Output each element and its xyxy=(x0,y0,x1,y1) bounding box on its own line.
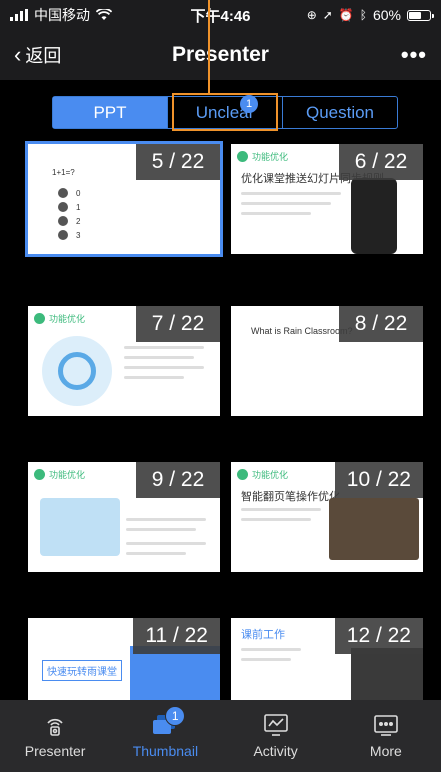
slide-number: 5 / 22 xyxy=(136,144,220,180)
tab-thumbnail-label: Thumbnail xyxy=(132,743,199,759)
slide-thumbnail-5[interactable]: 1+1=? 0 1 2 3 5 / 22 xyxy=(25,141,223,257)
status-bar: 中国移动 下午4:46 ⊕ ➚ ⏰ ᛒ 60% xyxy=(0,0,441,30)
alarm-icon: ⏰ xyxy=(338,8,354,22)
slide-number: 7 / 22 xyxy=(136,306,220,342)
text-line xyxy=(241,508,321,511)
page-title: Presenter xyxy=(172,43,269,66)
more-icon xyxy=(372,713,400,737)
text-line xyxy=(124,376,184,379)
quiz-question: 1+1=? xyxy=(52,168,75,177)
text-line xyxy=(124,346,204,349)
signal-icon xyxy=(10,9,28,21)
tab-presenter-label: Presenter xyxy=(24,743,86,759)
text-line xyxy=(241,648,301,651)
slide-tag: 功能优化 xyxy=(34,312,85,325)
tab-unclear[interactable]: Unclear 1 xyxy=(168,95,283,128)
blue-panel xyxy=(130,646,220,700)
quiz-option: 0 xyxy=(58,188,80,198)
presenter-icon xyxy=(41,713,69,737)
text-line xyxy=(124,356,194,359)
slide-tag: 功能优化 xyxy=(34,468,85,481)
slide-number: 9 / 22 xyxy=(136,462,220,498)
unclear-badge: 1 xyxy=(240,95,258,113)
text-line xyxy=(241,212,311,215)
slide-thumbnail-8[interactable]: What is Rain Classroom? 8 / 22 xyxy=(231,306,423,416)
quiz-option: 1 xyxy=(58,202,80,212)
text-line xyxy=(126,552,186,555)
slide-number: 6 / 22 xyxy=(339,144,423,180)
slide-heading: What is Rain Classroom? xyxy=(251,326,353,336)
screenshot-image xyxy=(351,648,423,700)
chevron-left-icon: ‹ xyxy=(14,42,22,67)
slide-heading: 快速玩转雨课堂 xyxy=(42,660,122,681)
slide-thumbnail-6[interactable]: 功能优化 优化课堂推送幻灯片同步规则 6 / 22 xyxy=(231,144,423,254)
quiz-option: 3 xyxy=(58,230,80,240)
text-line xyxy=(241,192,341,195)
sync-illustration xyxy=(42,336,112,406)
slide-thumbnail-12[interactable]: 课前工作 12 / 22 xyxy=(231,618,423,700)
more-menu-button[interactable]: ••• xyxy=(317,42,427,68)
thumbnail-badge: 1 xyxy=(165,706,186,726)
text-line xyxy=(241,202,331,205)
back-button[interactable]: ‹ 返回 xyxy=(14,42,124,68)
activity-icon xyxy=(262,713,290,737)
screen-illustration xyxy=(40,498,120,556)
bottom-tab-bar: Presenter 1 Thumbnail Activity More xyxy=(0,700,441,772)
slide-thumbnail-7[interactable]: 功能优化 7 / 22 xyxy=(28,306,220,416)
slide-tag: 功能优化 xyxy=(237,468,288,481)
status-left: 中国移动 xyxy=(10,5,160,25)
slide-heading: 智能翻页笔操作优化 xyxy=(241,491,340,503)
tab-more[interactable]: More xyxy=(331,700,441,772)
tab-more-label: More xyxy=(369,743,402,759)
battery-percent: 60% xyxy=(372,7,401,23)
text-line xyxy=(124,366,204,369)
battery-icon xyxy=(407,9,434,21)
lock-rotation-icon: ⊕ xyxy=(306,8,317,22)
tab-question[interactable]: Question xyxy=(283,97,397,128)
wifi-icon xyxy=(96,9,112,20)
text-line xyxy=(241,518,311,521)
status-right: ⊕ ➚ ⏰ ᛒ 60% xyxy=(281,7,434,23)
text-line xyxy=(241,658,291,661)
text-line xyxy=(126,542,206,545)
tab-presenter[interactable]: Presenter xyxy=(0,700,110,772)
slide-thumbnail-11[interactable]: 快速玩转雨课堂 11 / 22 xyxy=(28,618,220,700)
slide-number: 8 / 22 xyxy=(339,306,423,342)
text-line xyxy=(126,518,206,521)
tab-activity-label: Activity xyxy=(253,743,298,759)
slide-number: 12 / 22 xyxy=(334,618,423,654)
tab-activity[interactable]: Activity xyxy=(221,700,331,772)
slide-thumbnail-10[interactable]: 功能优化 智能翻页笔操作优化 10 / 22 xyxy=(231,462,423,572)
slide-heading: 课前工作 xyxy=(241,629,285,641)
slide-tag: 功能优化 xyxy=(237,150,288,163)
slide-number: 10 / 22 xyxy=(334,462,423,498)
location-icon: ➚ xyxy=(322,8,333,22)
segmented-control: PPT Unclear 1 Question xyxy=(52,95,398,129)
back-label: 返回 xyxy=(25,46,62,66)
carrier-label: 中国移动 xyxy=(34,7,90,23)
quiz-option: 2 xyxy=(58,216,80,226)
bluetooth-icon: ᛒ xyxy=(359,8,367,22)
slide-thumbnail-9[interactable]: 功能优化 9 / 22 xyxy=(28,462,220,572)
tab-ppt-label: PPT xyxy=(93,102,127,122)
status-time: 下午4:46 xyxy=(190,7,251,25)
laptop-image xyxy=(329,498,419,560)
phone-image xyxy=(351,178,397,254)
tab-thumbnail[interactable]: 1 Thumbnail xyxy=(110,700,220,772)
slide-number: 11 / 22 xyxy=(133,618,220,654)
tab-ppt[interactable]: PPT xyxy=(53,97,168,128)
nav-bar: ‹ 返回 Presenter ••• xyxy=(0,30,441,80)
text-line xyxy=(126,528,196,531)
tab-question-label: Question xyxy=(305,102,375,122)
